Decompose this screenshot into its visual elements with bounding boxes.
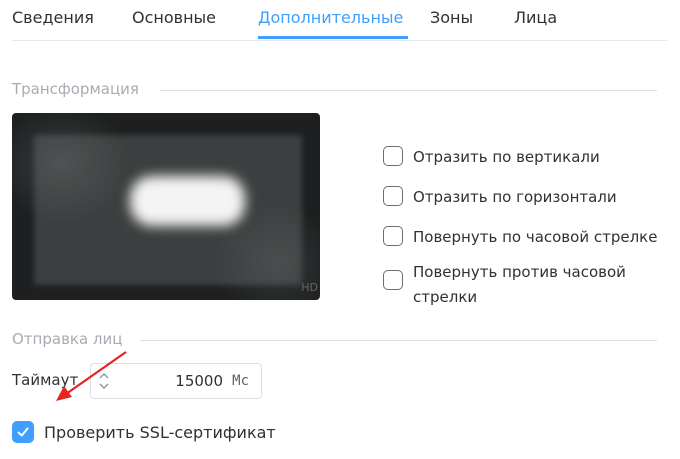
annotation-arrow-icon [56, 351, 127, 401]
camera-settings-page: Сведения Основные Дополнительные Зоны Ли… [0, 0, 680, 459]
